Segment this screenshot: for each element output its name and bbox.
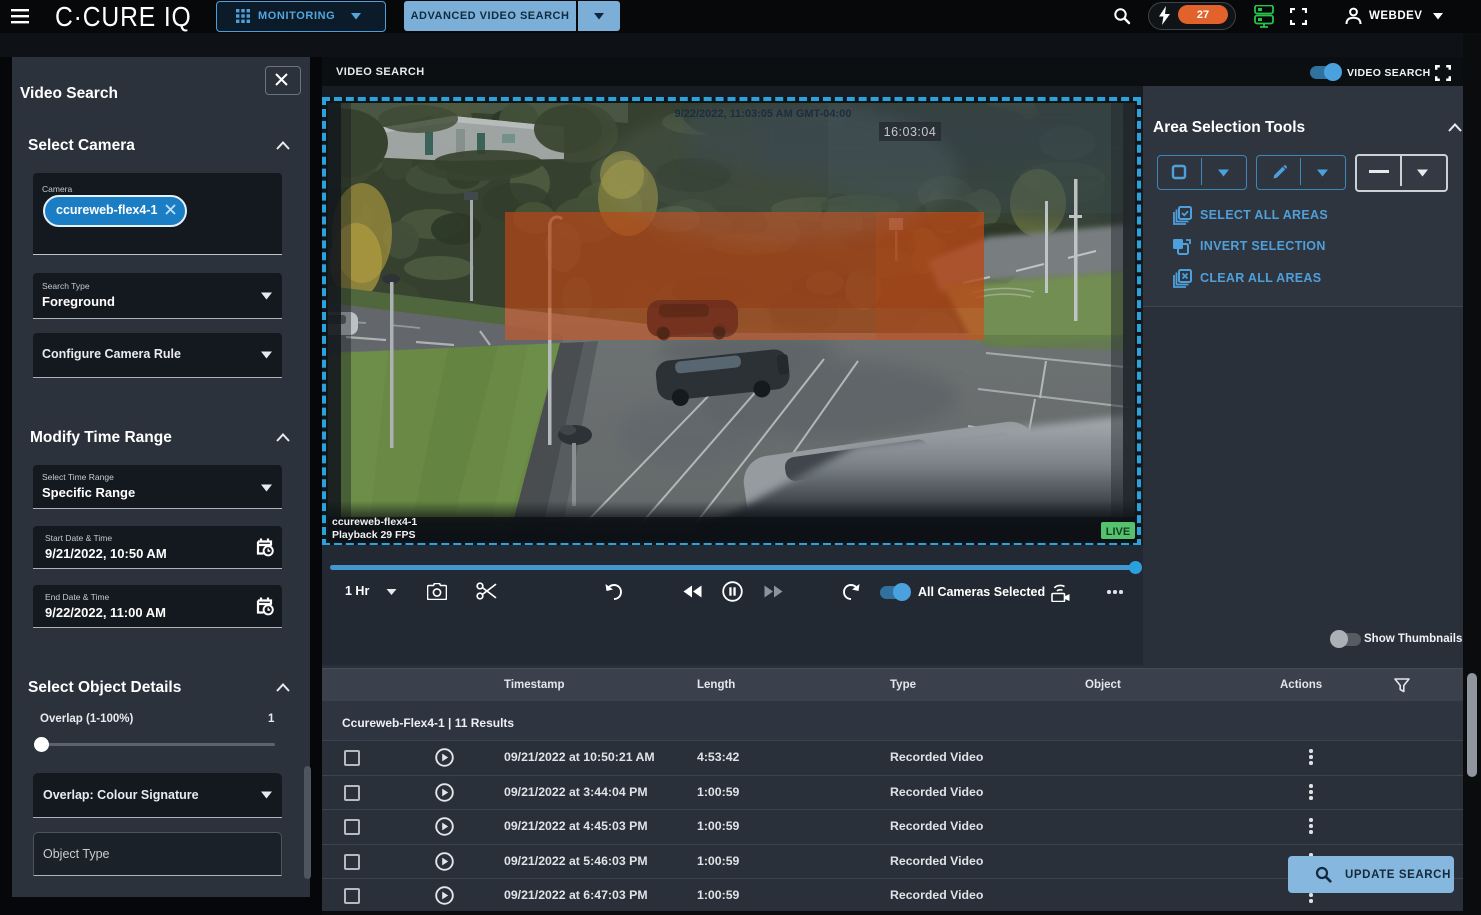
- svg-text:ccureweb-flex4-1: ccureweb-flex4-1: [332, 516, 417, 528]
- svg-text:Playback 29 FPS: Playback 29 FPS: [332, 529, 415, 541]
- svg-text:16:03:04: 16:03:04: [884, 125, 937, 139]
- svg-text:LIVE: LIVE: [1106, 526, 1130, 538]
- svg-text:9/22/2022, 11:03:05 AM GMT-04:: 9/22/2022, 11:03:05 AM GMT-04:00: [675, 108, 852, 120]
